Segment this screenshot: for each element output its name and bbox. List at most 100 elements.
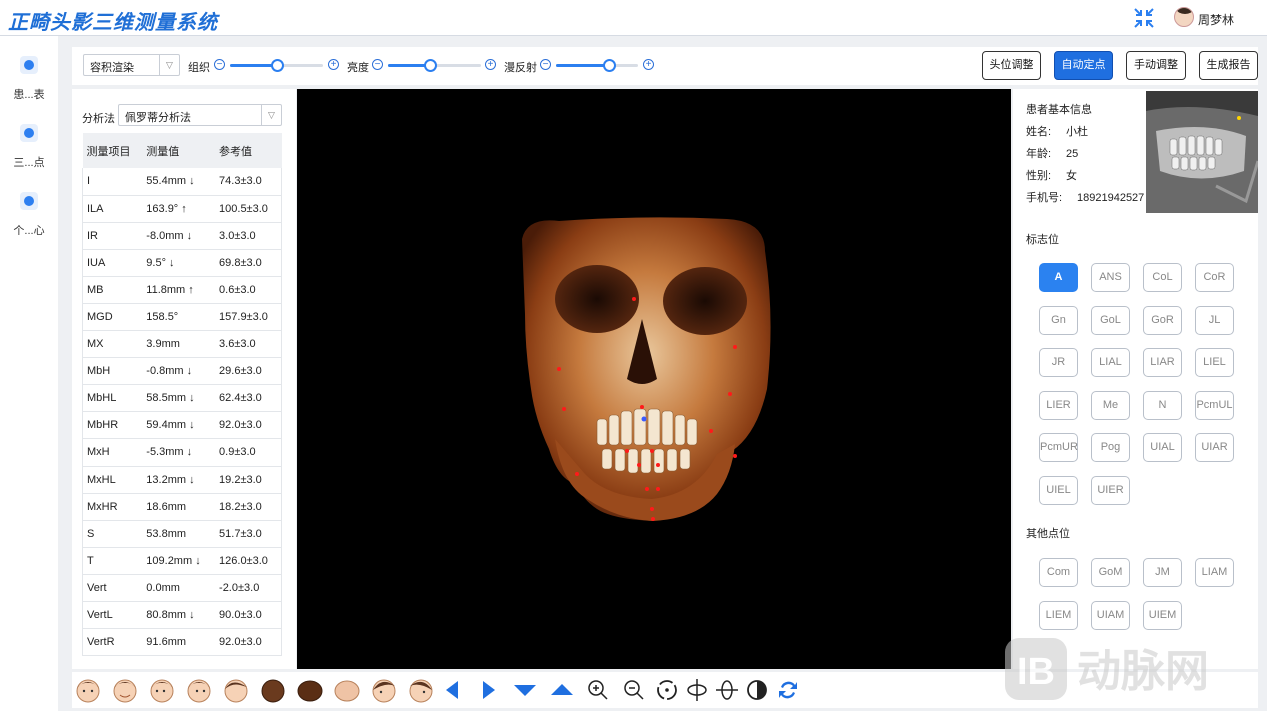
table-row[interactable]: MxHR 18.6mm 18.2±3.0	[82, 493, 283, 521]
head-bottom-icon[interactable]	[331, 676, 363, 704]
zoom-out-icon[interactable]	[621, 677, 647, 703]
head-back-icon[interactable]	[257, 676, 289, 704]
head-adjust-button[interactable]: 头位调整	[982, 51, 1041, 80]
zoom-in-icon[interactable]	[585, 677, 611, 703]
nav-item-landmark[interactable]: 三...点	[0, 110, 58, 170]
diffuse-slider[interactable]	[556, 59, 638, 72]
slider-label-diffuse: 漫反射	[504, 62, 537, 74]
landmark-button-pcmul[interactable]: PcmUL	[1195, 390, 1234, 420]
landmark-button-uiar[interactable]: UIAR	[1195, 433, 1234, 462]
table-row[interactable]: MbH -0.8mm ↓ 29.6±3.0	[82, 357, 283, 386]
other-point-button-uiam[interactable]: UIAM	[1091, 600, 1130, 630]
table-row[interactable]: MGD 158.5° 157.9±3.0	[82, 303, 283, 332]
other-point-button-gom[interactable]: GoM	[1091, 558, 1130, 587]
table-row[interactable]: MbHL 58.5mm ↓ 62.4±3.0	[82, 384, 283, 413]
landmark-button-cor[interactable]: CoR	[1195, 263, 1234, 292]
landmark-button-liar[interactable]: LIAR	[1143, 348, 1182, 377]
landmark-button-ans[interactable]: ANS	[1091, 263, 1130, 292]
landmark-button-liel[interactable]: LIEL	[1195, 348, 1234, 377]
face-tilt-right-icon[interactable]	[405, 676, 437, 704]
table-row[interactable]: I 55.4mm ↓ 74.3±3.0	[82, 168, 283, 196]
brightness-slider[interactable]	[388, 59, 481, 72]
table-row[interactable]: IUA 9.5° ↓ 69.8±3.0	[82, 249, 283, 277]
patient-age-row: 年龄: 25	[1026, 145, 1078, 161]
cell-reference: 18.2±3.0	[215, 493, 283, 521]
collapse-icon[interactable]	[1133, 7, 1155, 29]
landmark-button-n[interactable]: N	[1143, 390, 1182, 420]
nav-item-user-center[interactable]: 个...心	[0, 178, 58, 238]
landmark-button-uiel[interactable]: UIEL	[1039, 475, 1078, 505]
landmark-button-jl[interactable]: JL	[1195, 305, 1234, 335]
landmark-button-col[interactable]: CoL	[1143, 263, 1182, 292]
other-point-button-uiem[interactable]: UIEM	[1143, 600, 1182, 630]
increase-brightness-button[interactable]: +	[485, 59, 496, 70]
tissue-slider-thumb[interactable]	[270, 59, 284, 72]
nav-item-patient-list[interactable]: 患...表	[0, 42, 58, 102]
table-row[interactable]: S 53.8mm 51.7±3.0	[82, 520, 283, 548]
table-row[interactable]: Vert 0.0mm -2.0±3.0	[82, 574, 283, 603]
landmark-button-gn[interactable]: Gn	[1039, 305, 1078, 335]
auto-landmark-button[interactable]: 自动定点	[1054, 51, 1113, 80]
other-point-button-liem[interactable]: LIEM	[1039, 600, 1078, 630]
increase-tissue-button[interactable]: +	[328, 59, 339, 70]
cell-item: VertR	[82, 628, 143, 657]
user-name[interactable]: 周梦林	[1198, 11, 1234, 28]
table-row[interactable]: ILA 163.9° ↑ 100.5±3.0	[82, 195, 283, 223]
rotate-x-icon[interactable]	[684, 677, 710, 703]
landmark-button-me[interactable]: Me	[1091, 390, 1130, 420]
reset-icon[interactable]	[775, 677, 801, 703]
table-row[interactable]: MX 3.9mm 3.6±3.0	[82, 330, 283, 359]
table-row[interactable]: MbHR 59.4mm ↓ 92.0±3.0	[82, 411, 283, 440]
arrow-down-icon[interactable]	[512, 677, 538, 703]
table-row[interactable]: VertR 91.6mm 92.0±3.0	[82, 628, 283, 657]
other-point-button-jm[interactable]: JM	[1143, 558, 1182, 587]
head-top-icon[interactable]	[294, 676, 326, 704]
face-tilt-left-icon[interactable]	[368, 676, 400, 704]
render-mode-select[interactable]: 容积渲染 ▽	[83, 54, 180, 76]
landmark-button-jr[interactable]: JR	[1039, 348, 1078, 377]
generate-report-button[interactable]: 生成报告	[1199, 51, 1258, 80]
table-row[interactable]: IR -8.0mm ↓ 3.0±3.0	[82, 222, 283, 250]
increase-diffuse-button[interactable]: +	[643, 59, 654, 70]
landmark-button-lial[interactable]: LIAL	[1091, 348, 1130, 377]
avatar[interactable]	[1174, 7, 1194, 27]
decrease-diffuse-button[interactable]: −	[540, 59, 551, 70]
arrow-left-icon[interactable]	[440, 677, 466, 703]
face-smile-icon[interactable]	[109, 676, 141, 704]
arrow-up-icon[interactable]	[549, 677, 575, 703]
decrease-tissue-button[interactable]: −	[214, 59, 225, 70]
tissue-slider[interactable]	[230, 59, 323, 72]
cell-value: 9.5° ↓	[142, 249, 216, 277]
diffuse-slider-thumb[interactable]	[603, 59, 617, 72]
brightness-slider-thumb[interactable]	[423, 59, 437, 72]
table-row[interactable]: MB 11.8mm ↑ 0.6±3.0	[82, 276, 283, 304]
face-left-icon[interactable]	[146, 676, 178, 704]
face-front-icon[interactable]	[72, 676, 104, 704]
landmark-button-pcmur[interactable]: PcmUR	[1039, 433, 1078, 462]
table-row[interactable]: VertL 80.8mm ↓ 90.0±3.0	[82, 601, 283, 630]
landmark-button-a[interactable]: A	[1039, 263, 1078, 292]
analysis-method-select[interactable]: 佩罗蒂分析法 ▽	[118, 104, 282, 126]
3d-viewport[interactable]	[297, 89, 1011, 669]
table-row[interactable]: T 109.2mm ↓ 126.0±3.0	[82, 547, 283, 575]
rotate-y-icon[interactable]	[714, 677, 740, 703]
landmark-button-gol[interactable]: GoL	[1091, 305, 1130, 335]
face-right-icon[interactable]	[183, 676, 215, 704]
manual-adjust-button[interactable]: 手动调整	[1126, 51, 1186, 80]
arrow-right-icon[interactable]	[475, 677, 501, 703]
contrast-icon[interactable]	[744, 677, 770, 703]
face-profile-icon[interactable]	[220, 676, 252, 704]
landmark-button-pog[interactable]: Pog	[1091, 433, 1130, 462]
landmark-button-lier[interactable]: LIER	[1039, 390, 1078, 420]
xray-thumbnail[interactable]	[1146, 91, 1258, 213]
decrease-brightness-button[interactable]: −	[372, 59, 383, 70]
landmark-button-gor[interactable]: GoR	[1143, 305, 1182, 335]
other-point-button-liam[interactable]: LIAM	[1195, 558, 1234, 587]
landmark-button-uier[interactable]: UIER	[1091, 475, 1130, 505]
table-row[interactable]: MxH -5.3mm ↓ 0.9±3.0	[82, 438, 283, 467]
rotate-icon[interactable]	[654, 677, 680, 703]
landmark-button-uial[interactable]: UIAL	[1143, 433, 1182, 462]
cell-reference: 0.6±3.0	[215, 276, 283, 304]
other-point-button-com[interactable]: Com	[1039, 558, 1078, 587]
table-row[interactable]: MxHL 13.2mm ↓ 19.2±3.0	[82, 466, 283, 494]
